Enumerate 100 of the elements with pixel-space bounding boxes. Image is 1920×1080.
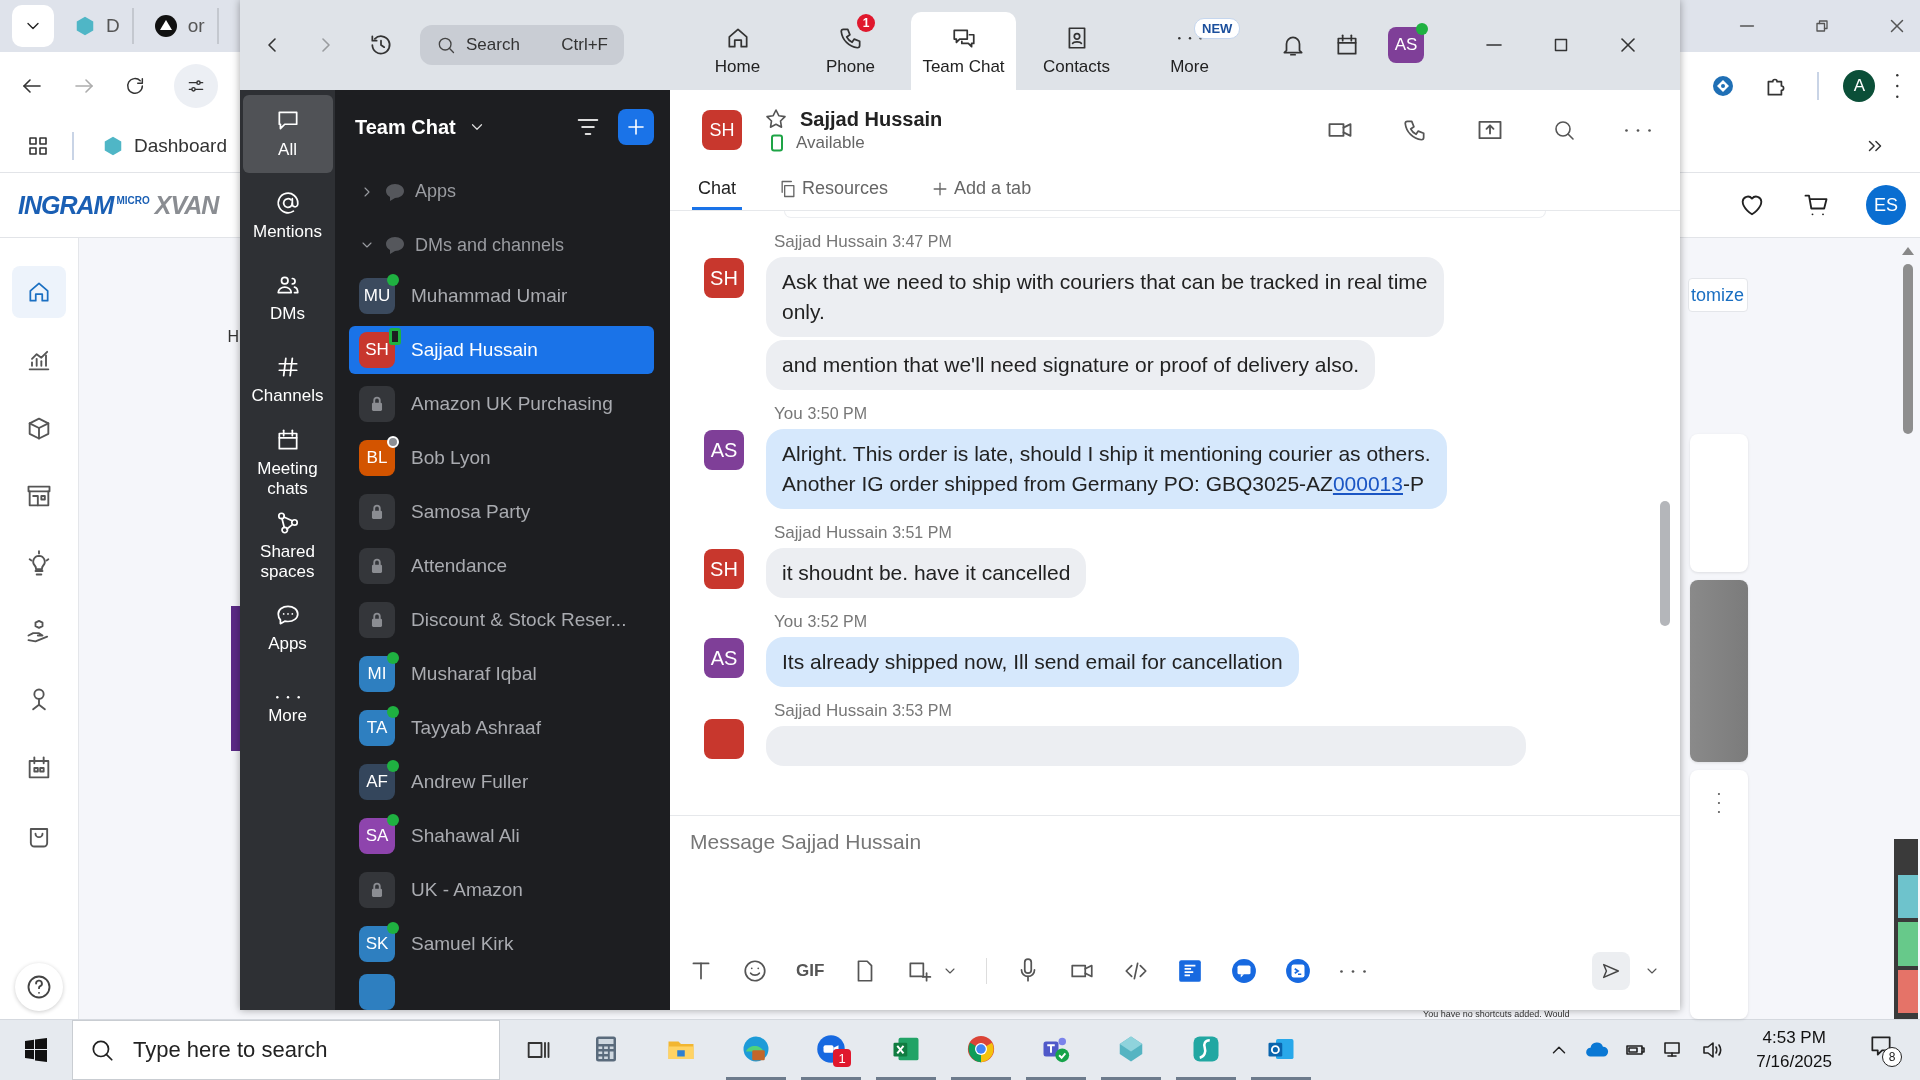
panel-title[interactable]: Team Chat: [355, 115, 456, 139]
conversation-item[interactable]: AF Andrew Fuller: [349, 758, 654, 806]
notification-button[interactable]: 8: [1868, 1033, 1902, 1067]
widget-tile[interactable]: [1898, 875, 1918, 919]
search-field[interactable]: Search Ctrl+F: [420, 25, 624, 65]
widget-tile[interactable]: [1898, 922, 1918, 966]
conversation-item[interactable]: TA Tayyab Ashraaf: [349, 704, 654, 752]
browser-tab[interactable]: or: [147, 8, 219, 44]
scrollbar-thumb[interactable]: [1660, 501, 1670, 626]
avatar: AF: [359, 764, 395, 800]
kebab-icon[interactable]: [1895, 73, 1900, 99]
avatar: SH: [704, 258, 744, 298]
phone-icon[interactable]: [1402, 117, 1428, 143]
section-header[interactable]: DMs and channels: [349, 218, 654, 272]
rail-item[interactable]: DMs: [242, 259, 333, 337]
calendar-icon[interactable]: [1334, 32, 1360, 58]
gif-button[interactable]: GIF: [796, 961, 825, 981]
app-icon[interactable]: [1285, 958, 1312, 984]
avatar: BL: [359, 440, 395, 476]
send-button[interactable]: [1592, 952, 1630, 990]
document-app-icon[interactable]: [1177, 958, 1204, 984]
rail-item[interactable]: All: [242, 95, 333, 173]
nav-tab[interactable]: Home: [685, 12, 790, 90]
emoji-icon[interactable]: [742, 958, 768, 984]
nav-tab[interactable]: Team Chat: [911, 12, 1016, 90]
new-badge: NEW: [1194, 18, 1241, 39]
rail-item[interactable]: Meeting chats: [242, 423, 333, 503]
search-icon[interactable]: [1552, 118, 1576, 142]
message-bubble: and mention that we'll need signature or proof of delivery also.: [766, 340, 1376, 390]
conversation-item[interactable]: BL Bob Lyon: [349, 434, 654, 482]
search-icon: [436, 35, 456, 55]
browser-tab[interactable]: D: [68, 8, 134, 44]
avatar: MU: [359, 278, 395, 314]
start-icon[interactable]: [24, 1038, 48, 1062]
scroll-up-icon[interactable]: [1901, 246, 1915, 256]
clock[interactable]: 4:53 PM 7/16/2025: [1756, 1026, 1832, 1074]
avatar: AS: [704, 638, 744, 678]
home-nav-button[interactable]: [12, 266, 66, 318]
site-info-button[interactable]: [174, 64, 218, 108]
avatar: SA: [359, 818, 395, 854]
notification-icon: [1868, 1033, 1894, 1059]
avatar: SH: [704, 549, 744, 589]
rail-item[interactable]: Channels: [242, 341, 333, 419]
section-header[interactable]: Apps: [349, 164, 654, 219]
message-bubble: Alright. This order is late, should I ship it mentioning courier as others. Another IG order shipped from Germany PO: GBQ3025-AZ000013-P: [766, 429, 1447, 509]
grid-icon[interactable]: [26, 134, 50, 158]
widget-tile[interactable]: [1898, 969, 1918, 1013]
star-icon[interactable]: [764, 107, 788, 131]
taskbar-app[interactable]: 1: [801, 1020, 861, 1080]
conversation-item[interactable]: Discount & Stock Reser...: [349, 596, 654, 644]
chat-tab[interactable]: Resources: [772, 170, 895, 210]
dots-icon[interactable]: [1339, 968, 1368, 974]
message-bubble: Its already shipped now, Ill send email for cancellation: [766, 637, 1299, 687]
conversation-item[interactable]: SH Sajjad Hussain: [349, 326, 654, 374]
message-meta: Sajjad Hussain 3:51 PM: [774, 523, 952, 543]
count-badge: 1: [833, 1049, 851, 1067]
extension-icon[interactable]: [1711, 74, 1736, 98]
chat-tab[interactable]: Chat: [692, 170, 743, 210]
new-chat-button[interactable]: [618, 109, 654, 146]
message-bubble: Ask that we need to ship with couriers that can be tracked in real time only.: [766, 257, 1444, 337]
conversation-item[interactable]: Samosa Party: [349, 488, 654, 536]
dots-icon[interactable]: [1624, 127, 1652, 133]
conversation-item[interactable]: MI Musharaf Iqbal: [349, 650, 654, 698]
refresh-icon[interactable]: [124, 75, 146, 97]
avatar: [359, 974, 395, 1010]
user-avatar[interactable]: ES: [1866, 185, 1906, 225]
rail-item[interactable]: More: [242, 671, 333, 750]
profile-avatar[interactable]: A: [1843, 70, 1876, 102]
conversation-item[interactable]: UK - Amazon: [349, 866, 654, 914]
avatar: SH: [359, 332, 395, 368]
help-button[interactable]: [15, 963, 63, 1011]
browser-icon: [966, 1033, 996, 1064]
conversation-item[interactable]: MU Muhammad Umair: [349, 272, 654, 320]
user-avatar[interactable]: AS: [1388, 27, 1424, 63]
rail-item[interactable]: Shared spaces: [242, 506, 333, 586]
taskbar-search-field[interactable]: Type here to search: [72, 1020, 500, 1080]
at-icon: [274, 190, 301, 217]
side-widget[interactable]: [1894, 839, 1918, 1019]
customize-button[interactable]: tomize: [1688, 278, 1748, 312]
phone-icon: [837, 25, 864, 51]
nav-tab[interactable]: 1 Phone: [798, 12, 903, 90]
conversation-item[interactable]: Attendance: [349, 542, 654, 590]
conversation-item[interactable]: SA Shahawal Ali: [349, 812, 654, 860]
link[interactable]: 000013: [1332, 472, 1403, 495]
message-meta: Sajjad Hussain 3:47 PM: [774, 232, 952, 252]
brand-subtitle: MICRO: [116, 194, 150, 206]
hexagon-icon: [102, 135, 124, 157]
conversation-item[interactable]: SK Samuel Kirk: [349, 920, 654, 968]
chat-tab[interactable]: Add a tab: [924, 170, 1038, 210]
scrollbar-thumb[interactable]: [1903, 264, 1913, 434]
avatar: SH: [702, 110, 742, 150]
nav-tab[interactable]: NEW More: [1137, 12, 1242, 90]
bookmark-link[interactable]: Dashboard: [102, 135, 227, 157]
nav-tab[interactable]: Contacts: [1024, 12, 1129, 90]
avatar: AS: [704, 430, 744, 470]
rail-item[interactable]: Apps: [242, 589, 333, 668]
message-bubble: it shoudnt be. have it cancelled: [766, 548, 1087, 598]
conversation-item[interactable]: Amazon UK Purchasing: [349, 380, 654, 428]
chat-app-icon[interactable]: [1231, 958, 1258, 984]
rail-item[interactable]: Mentions: [242, 177, 333, 255]
